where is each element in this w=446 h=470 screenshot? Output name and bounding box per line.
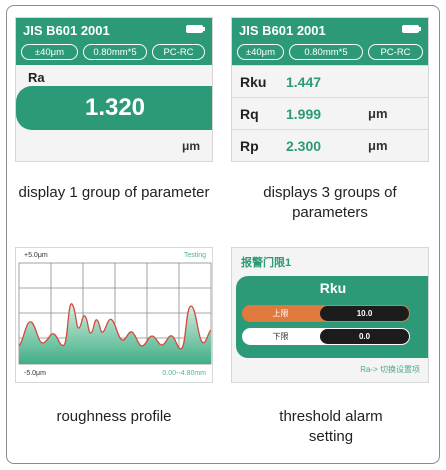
standard-label: JIS B601 2001 [239, 23, 326, 38]
lower-limit-value[interactable]: 0.0 [320, 329, 409, 344]
parameter-value: 1.320 [16, 86, 212, 130]
row-value: 1.999 [286, 105, 322, 122]
alarm-settings-box: Rku 上限 10.0 下限 0.0 [236, 276, 428, 358]
range-chip[interactable]: ±40μm [21, 44, 78, 60]
parameter-row: Rku 1.447 [232, 65, 428, 97]
three-parameter-screen: JIS B601 2001 ±40μm 0.80mm*5 PC-RC Rku 1… [231, 17, 429, 162]
range-chip[interactable]: ±40μm [237, 44, 284, 60]
switch-hint: Ra-> 切换设置项 [360, 365, 420, 374]
alarm-parameter: Rku [319, 280, 347, 296]
caption-profile: roughness profile [56, 408, 172, 425]
caption-single: display 1 group of parameter [18, 184, 210, 201]
alarm-title: 报警门限1 [241, 257, 292, 269]
row-unit: μm [368, 138, 388, 153]
row-name: Rku [240, 73, 267, 90]
cutoff-chip[interactable]: 0.80mm*5 [83, 44, 147, 60]
parameter-row: Rp 2.300 μm [232, 129, 428, 161]
row-value: 1.447 [286, 73, 322, 90]
parameter-name: Ra [28, 70, 45, 85]
status-label: Testing [183, 252, 206, 259]
roughness-profile-screen: +5.0μm Testing -5.0μm 0.00--4.80mm [15, 247, 213, 383]
parameter-list: Rku 1.447 Rq 1.999 μm Rp 2.300 μm [232, 65, 428, 161]
lower-limit-label: 下限 [272, 332, 289, 341]
row-value: 2.300 [286, 137, 322, 154]
parameter-row: Rq 1.999 μm [232, 97, 428, 129]
upper-limit-value[interactable]: 10.0 [320, 306, 409, 321]
upper-range-label: +5.0μm [24, 252, 48, 259]
screen-header: JIS B601 2001 [232, 18, 428, 41]
upper-limit-field[interactable]: 上限 10.0 [242, 305, 410, 322]
row-name: Rp [240, 137, 259, 154]
upper-limit-label: 上限 [272, 309, 289, 318]
settings-chips: ±40μm 0.80mm*5 PC-RC [232, 41, 428, 65]
length-range-label: 0.00--4.80mm [162, 370, 206, 377]
battery-icon [402, 25, 421, 33]
filter-chip[interactable]: PC-RC [152, 44, 205, 60]
row-name: Rq [240, 105, 259, 122]
settings-chips: ±40μm 0.80mm*5 PC-RC [16, 41, 212, 65]
single-parameter-screen: JIS B601 2001 ±40μm 0.80mm*5 PC-RC Ra 1.… [15, 17, 213, 162]
profile-graph [18, 262, 212, 365]
threshold-alarm-screen: 报警门限1 Rku 上限 10.0 下限 0.0 Ra-> 切换设置项 [231, 247, 429, 383]
lower-limit-field[interactable]: 下限 0.0 [242, 328, 410, 345]
screen-header: JIS B601 2001 [16, 18, 212, 41]
caption-alarm: threshold alarm setting [279, 408, 383, 445]
battery-icon [186, 25, 205, 33]
standard-label: JIS B601 2001 [23, 23, 110, 38]
filter-chip[interactable]: PC-RC [368, 44, 423, 60]
lower-range-label: -5.0μm [24, 370, 46, 377]
row-unit: μm [368, 106, 388, 121]
cutoff-chip[interactable]: 0.80mm*5 [289, 44, 363, 60]
parameter-unit: μm [181, 139, 200, 153]
caption-three: displays 3 groups of parameters [263, 184, 397, 221]
